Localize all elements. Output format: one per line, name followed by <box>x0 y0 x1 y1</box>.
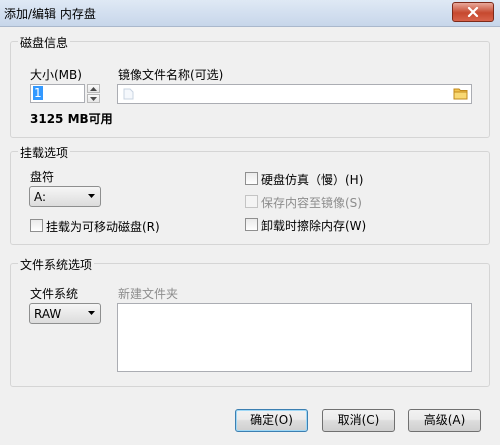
file-placeholder-icon <box>123 88 134 100</box>
window-title: 添加/编辑 内存盘 <box>4 7 96 21</box>
size-input[interactable]: 1 <box>30 84 85 103</box>
filesystem-value: RAW <box>34 307 62 321</box>
spin-down-button[interactable] <box>87 94 100 103</box>
title-bar: 添加/编辑 内存盘 <box>0 0 500 27</box>
browse-button[interactable] <box>453 87 468 100</box>
ok-button[interactable]: 确定(O) <box>235 409 308 432</box>
folder-icon <box>453 88 468 100</box>
drive-letter-select[interactable]: A: <box>29 186 101 207</box>
image-file-input[interactable] <box>117 84 472 104</box>
removable-checkbox[interactable] <box>30 219 43 232</box>
filesystem-group-title: 文件系统选项 <box>18 256 95 273</box>
chevron-down-icon <box>88 194 95 198</box>
mount-options-group-title: 挂载选项 <box>18 144 71 161</box>
close-button[interactable] <box>452 2 494 22</box>
folder-list-box[interactable] <box>117 303 472 372</box>
image-file-label: 镜像文件名称(可选) <box>118 68 224 82</box>
size-label: 大小(MB) <box>30 68 82 82</box>
size-value: 1 <box>33 86 43 100</box>
close-icon <box>467 7 479 17</box>
save-to-image-checkbox[interactable] <box>245 195 258 208</box>
wipe-on-unmount-checkbox[interactable] <box>245 218 258 231</box>
hdd-emulation-label[interactable]: 硬盘仿真（慢）(H) <box>261 171 363 188</box>
disk-info-group-title: 磁盘信息 <box>18 34 71 51</box>
chevron-down-icon <box>90 96 97 101</box>
save-to-image-label[interactable]: 保存内容至镜像(S) <box>261 194 362 211</box>
filesystem-label: 文件系统 <box>30 287 79 301</box>
chevron-down-icon <box>88 311 95 315</box>
cancel-button[interactable]: 取消(C) <box>322 409 395 432</box>
spin-up-button[interactable] <box>87 84 100 93</box>
drive-letter-label: 盘符 <box>30 170 55 184</box>
advanced-button[interactable]: 高级(A) <box>408 409 481 432</box>
removable-label[interactable]: 挂载为可移动磁盘(R) <box>46 218 160 235</box>
hdd-emulation-checkbox[interactable] <box>245 172 258 185</box>
size-spinner[interactable] <box>87 84 100 103</box>
drive-letter-value: A: <box>34 190 47 204</box>
chevron-up-icon <box>90 86 97 91</box>
available-space-text: 3125 MB可用 <box>30 112 113 126</box>
filesystem-select[interactable]: RAW <box>29 303 101 324</box>
wipe-on-unmount-label[interactable]: 卸载时擦除内存(W) <box>261 217 366 234</box>
new-folder-label: 新建文件夹 <box>118 287 179 301</box>
